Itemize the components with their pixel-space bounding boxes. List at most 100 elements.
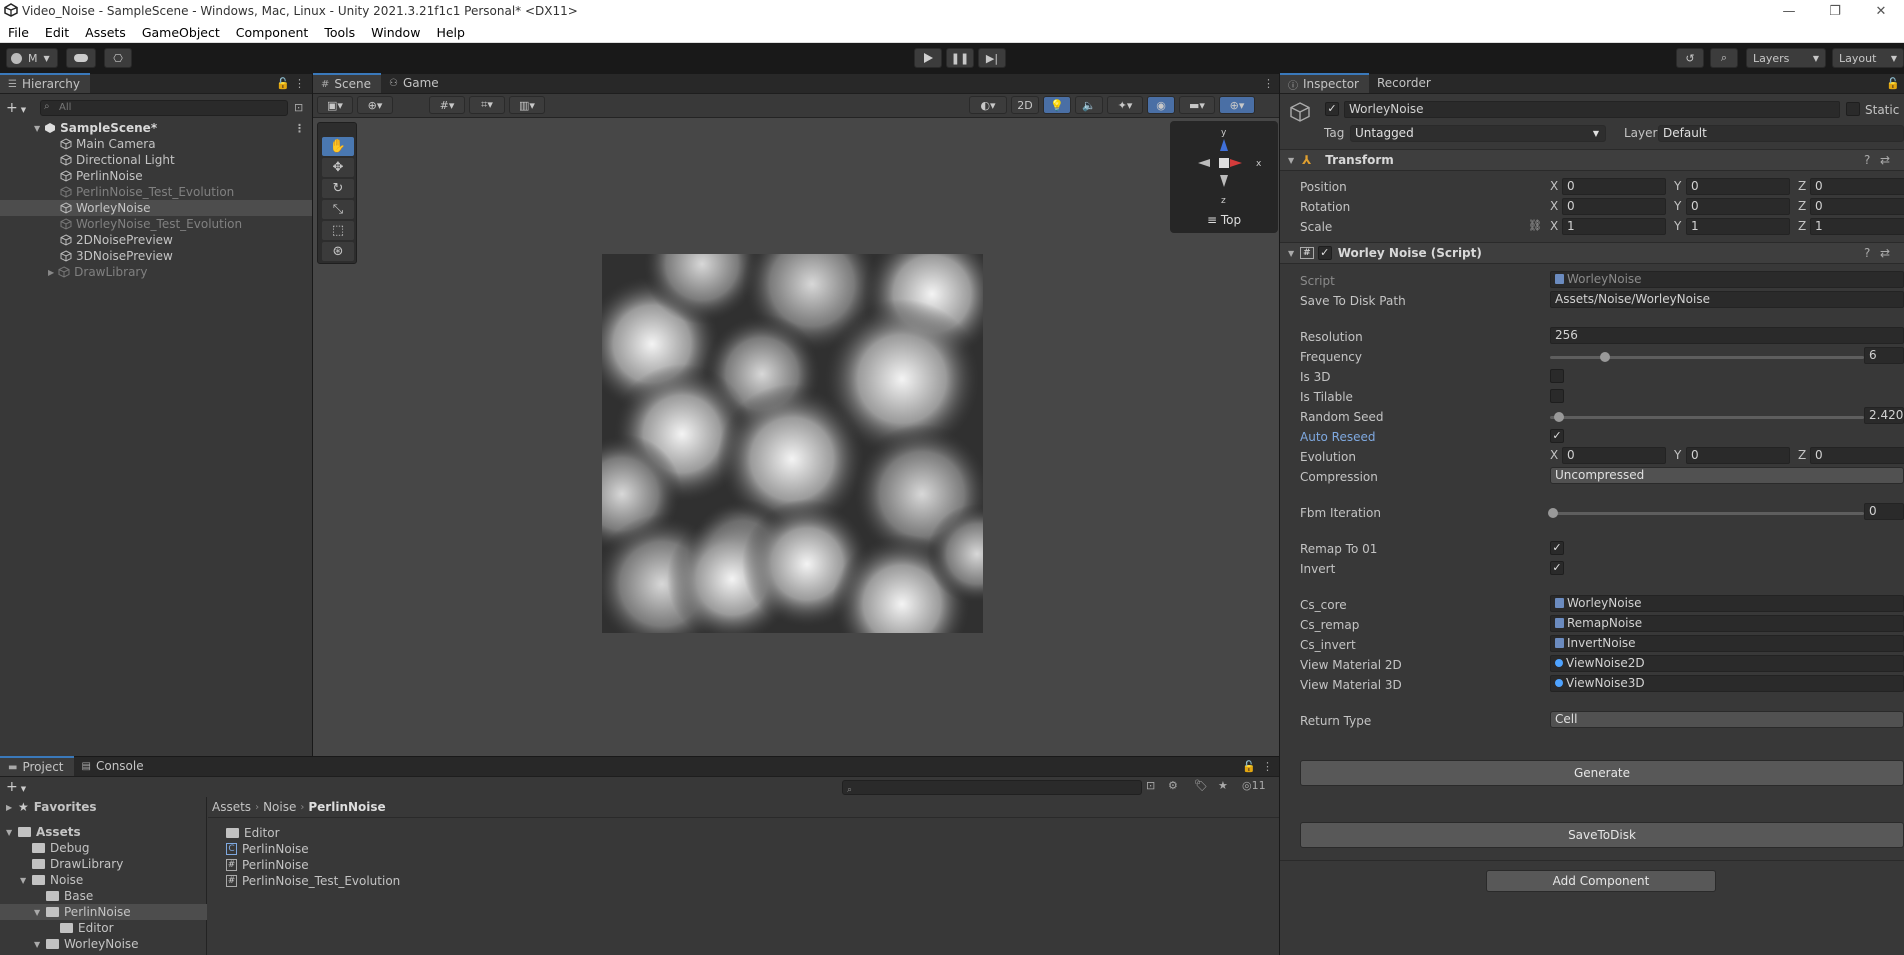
expand-arrow-icon[interactable]: ▼	[34, 940, 46, 949]
rect-tool-button[interactable]: ⬚	[322, 221, 354, 240]
scene-visibility-toggle[interactable]: ◉	[1147, 96, 1175, 114]
filter-icon[interactable]: ⚙	[1168, 779, 1178, 792]
transform-rotation-z-input[interactable]: 0	[1810, 198, 1904, 215]
menu-help[interactable]: Help	[428, 25, 473, 40]
tab-hierarchy[interactable]: ☰ Hierarchy	[0, 73, 90, 93]
cs-remap-field[interactable]: RemapNoise	[1550, 615, 1904, 632]
transform-rotation-x-input[interactable]: 0	[1562, 198, 1666, 215]
active-checkbox[interactable]: ✓	[1325, 102, 1339, 116]
account-dropdown[interactable]: M ▼	[6, 48, 58, 68]
fbm-input[interactable]: 0	[1864, 503, 1904, 520]
project-search-input[interactable]: ⌕	[842, 780, 1142, 795]
layout-dropdown[interactable]: Layout ▼	[1832, 48, 1904, 68]
transform-scale-z-input[interactable]: 1	[1810, 218, 1904, 235]
component-enabled-checkbox[interactable]: ✓	[1317, 246, 1332, 260]
menu-tools[interactable]: Tools	[316, 25, 363, 40]
close-button[interactable]: ✕	[1858, 0, 1904, 22]
menu-component[interactable]: Component	[228, 25, 317, 40]
pause-button[interactable]: ❚❚	[946, 48, 974, 68]
step-button[interactable]: ▶|	[978, 48, 1006, 68]
global-button[interactable]: ⊕▾	[357, 96, 393, 114]
move-tool-button[interactable]: ✥	[322, 158, 354, 177]
more-icon[interactable]: ⋮	[294, 122, 305, 135]
save-to-disk-button[interactable]: SaveToDisk	[1300, 822, 1904, 848]
transform-scale-x-input[interactable]: 1	[1562, 218, 1666, 235]
static-checkbox[interactable]	[1846, 102, 1860, 116]
project-tree-item[interactable]: ▶ ★ Favorites	[0, 799, 207, 815]
lock-icon[interactable]: 🔓	[1242, 760, 1256, 773]
hierarchy-item[interactable]: Directional Light	[0, 152, 312, 168]
resolution-input[interactable]: 256	[1550, 327, 1904, 344]
help-icon[interactable]: ?	[1864, 153, 1870, 167]
expand-arrow-icon[interactable]: ▼	[34, 124, 40, 133]
hierarchy-item[interactable]: ▶ DrawLibrary	[0, 264, 312, 280]
random-seed-slider-thumb[interactable]	[1554, 412, 1565, 422]
expand-arrow-icon[interactable]: ▼	[34, 908, 46, 917]
gizmo-view-label[interactable]: ≡ Top	[1170, 213, 1278, 227]
menu-assets[interactable]: Assets	[77, 25, 134, 40]
project-tree-item[interactable]: Editor	[0, 920, 207, 936]
preset-icon[interactable]: ⇄	[1880, 153, 1890, 167]
evolution-x-input[interactable]: 0	[1562, 447, 1666, 464]
2d-toggle[interactable]: 2D	[1011, 96, 1039, 114]
hierarchy-search-input[interactable]: All	[40, 100, 288, 116]
tab-console[interactable]: ▤ Console	[74, 756, 154, 776]
random-seed-slider-track[interactable]	[1550, 416, 1864, 419]
audio-toggle[interactable]: 🔈	[1075, 96, 1103, 114]
menu-gameobject[interactable]: GameObject	[134, 25, 228, 40]
transform-position-x-input[interactable]: 0	[1562, 178, 1666, 195]
tab-inspector[interactable]: ⓘ Inspector	[1280, 73, 1369, 93]
hierarchy-item[interactable]: WorleyNoise_Test_Evolution	[0, 216, 312, 232]
add-component-button[interactable]: Add Component	[1486, 870, 1716, 892]
hierarchy-item[interactable]: Main Camera	[0, 136, 312, 152]
transform-tool-button[interactable]: ⊛	[322, 242, 354, 261]
tab-scene[interactable]: # Scene	[313, 73, 381, 93]
project-tree-item[interactable]: Base	[0, 888, 207, 904]
fbm-slider-thumb[interactable]	[1548, 508, 1558, 518]
menu-edit[interactable]: Edit	[37, 25, 77, 40]
search-button[interactable]: ⌕	[1710, 48, 1738, 68]
project-file-item[interactable]: Editor	[226, 825, 280, 841]
frequency-input[interactable]: 6	[1864, 347, 1904, 364]
undo-history-button[interactable]: ↺	[1676, 48, 1704, 68]
more-icon[interactable]: ⋮	[1262, 760, 1273, 773]
viewmat2d-field[interactable]: ViewNoise2D	[1550, 655, 1904, 672]
random-seed-input[interactable]: 2.420	[1864, 407, 1904, 424]
lighting-toggle[interactable]: 💡	[1043, 96, 1071, 114]
transform-position-y-input[interactable]: 0	[1686, 178, 1790, 195]
is3d-checkbox[interactable]	[1550, 369, 1564, 383]
orientation-gizmo[interactable]: y x z ≡ Top	[1170, 121, 1278, 233]
link-icon[interactable]: ⛓	[1528, 219, 1542, 232]
rotate-tool-button[interactable]: ↻	[322, 179, 354, 198]
tab-project[interactable]: ▬ Project	[0, 756, 74, 776]
fbm-slider-track[interactable]	[1550, 512, 1864, 515]
scale-tool-button[interactable]: ⤡	[322, 200, 354, 219]
tag-dropdown[interactable]: Untagged ▼	[1350, 125, 1606, 142]
worley-script-header[interactable]: ▼ # ✓ Worley Noise (Script) ? ⇄	[1280, 242, 1904, 264]
cs-invert-field[interactable]: InvertNoise	[1550, 635, 1904, 652]
search-by-type-icon[interactable]: ⊡	[1146, 779, 1155, 792]
project-file-item[interactable]: C PerlinNoise	[226, 841, 309, 857]
collab-button[interactable]: ⎔	[104, 48, 132, 68]
return-type-dropdown[interactable]: Cell	[1550, 711, 1904, 728]
project-tree-item[interactable]: ▼ PerlinNoise	[0, 904, 207, 920]
cs-core-field[interactable]: WorleyNoise	[1550, 595, 1904, 612]
frequency-slider-track[interactable]	[1550, 356, 1864, 359]
hierarchy-item[interactable]: PerlinNoise	[0, 168, 312, 184]
evolution-y-input[interactable]: 0	[1686, 447, 1790, 464]
hand-tool-button[interactable]: ✋	[322, 137, 354, 156]
hierarchy-item[interactable]: WorleyNoise	[0, 200, 312, 216]
project-tree-item[interactable]: Debug	[0, 840, 207, 856]
hierarchy-item[interactable]: 3DNoisePreview	[0, 248, 312, 264]
breadcrumb-item[interactable]: Assets	[212, 800, 251, 814]
breadcrumb-item[interactable]: PerlinNoise	[308, 800, 385, 814]
generate-button[interactable]: Generate	[1300, 760, 1904, 786]
is-tilable-checkbox[interactable]	[1550, 389, 1564, 403]
hierarchy-item[interactable]: PerlinNoise_Test_Evolution	[0, 184, 312, 200]
menu-window[interactable]: Window	[363, 25, 428, 40]
more-icon[interactable]: ⋮	[294, 77, 305, 90]
save-path-input[interactable]: Assets/Noise/WorleyNoise	[1550, 291, 1904, 308]
tab-game[interactable]: ⚇ Game	[381, 73, 449, 93]
cloud-button[interactable]	[66, 48, 96, 68]
project-tree-item[interactable]: ▼ WorleyNoise	[0, 936, 207, 952]
